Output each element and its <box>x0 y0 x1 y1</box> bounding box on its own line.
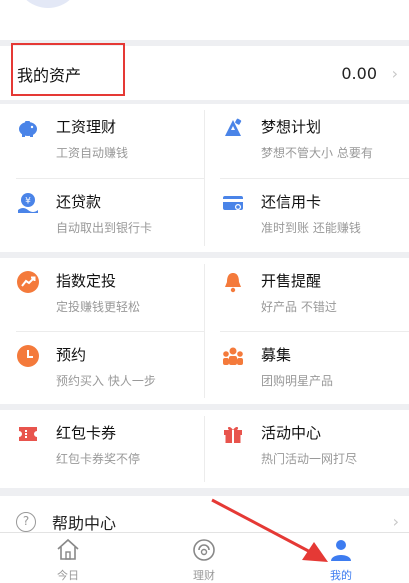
group-icon <box>223 347 243 365</box>
grid-item-dream-plan[interactable]: 梦想计划 梦想不管大小 总要有 <box>205 104 409 179</box>
help-icon: ? <box>16 512 36 532</box>
item-subtitle: 准时到账 还能赚钱 <box>261 221 361 235</box>
grid-item-salary-finance[interactable]: 工资理财 工资自动赚钱 <box>0 104 204 179</box>
profile-header <box>0 0 409 40</box>
grid-item-activity-center[interactable]: 活动中心 热门活动一网打尽 <box>205 410 409 485</box>
tab-mine[interactable]: 我的 <box>273 533 409 583</box>
item-subtitle: 好产品 不错过 <box>261 300 337 314</box>
bell-icon <box>225 273 241 293</box>
tab-label: 今日 <box>57 569 79 582</box>
dream-plan-icon <box>225 118 242 136</box>
svg-text:¥: ¥ <box>25 197 31 207</box>
item-subtitle: 自动取出到银行卡 <box>56 221 153 235</box>
coupon-icon <box>19 427 37 441</box>
item-title: 红包卡券 <box>56 424 117 442</box>
grid-item-fundraising[interactable]: 募集 团购明星产品 <box>205 332 409 407</box>
gift-icon <box>224 426 242 443</box>
item-title: 还贷款 <box>56 193 102 211</box>
item-subtitle: 预约买入 快人一步 <box>56 374 156 388</box>
clock-icon <box>17 345 39 367</box>
help-center-label: 帮助中心 <box>52 514 117 533</box>
credit-card-icon <box>223 196 243 210</box>
grid-item-repay-credit-card[interactable]: 还信用卡 准时到账 还能赚钱 <box>205 179 409 254</box>
item-title: 活动中心 <box>261 424 322 442</box>
piggy-bank-icon <box>19 121 37 137</box>
item-title: 工资理财 <box>56 118 117 136</box>
loan-repay-icon: ¥ <box>18 193 38 213</box>
section-financial-tools: 工资理财 工资自动赚钱 梦想计划 梦想不管大小 总要有 ¥ 还贷款 自动取出到银… <box>0 104 409 252</box>
item-title: 开售提醒 <box>261 272 322 290</box>
avatar[interactable] <box>15 0 81 8</box>
grid-item-sale-reminder[interactable]: 开售提醒 好产品 不错过 <box>205 258 409 333</box>
item-subtitle: 红包卡券奖不停 <box>56 452 141 466</box>
item-title: 指数定投 <box>56 272 117 290</box>
trend-icon <box>17 271 39 293</box>
item-subtitle: 定投赚钱更轻松 <box>56 300 141 314</box>
chevron-right-icon: › <box>391 64 398 83</box>
section-rewards: 红包卡券 红包卡券奖不停 活动中心 热门活动一网打尽 <box>0 410 409 488</box>
user-icon <box>331 540 351 561</box>
grid-item-coupons[interactable]: 红包卡券 红包卡券奖不停 <box>0 410 204 485</box>
assets-title: 我的资产 <box>17 66 82 85</box>
assets-value: 0.00 <box>341 64 377 83</box>
tab-label: 理财 <box>193 569 215 582</box>
bottom-tab-bar: 今日 理财 我的 <box>0 532 409 583</box>
item-title: 梦想计划 <box>261 118 322 136</box>
chevron-right-icon: › <box>392 512 399 531</box>
grid-item-reservation[interactable]: 预约 预约买入 快人一步 <box>0 332 204 407</box>
section-investment-tools: 指数定投 定投赚钱更轻松 开售提醒 好产品 不错过 预约 预约买入 快人一步 募… <box>0 258 409 404</box>
wealth-icon <box>193 539 215 561</box>
home-icon <box>57 538 79 560</box>
my-assets-row[interactable]: 我的资产 0.00 › <box>0 46 409 100</box>
grid-item-index-investment[interactable]: 指数定投 定投赚钱更轻松 <box>0 258 204 333</box>
grid-item-repay-loan[interactable]: ¥ 还贷款 自动取出到银行卡 <box>0 179 204 254</box>
item-title: 募集 <box>261 346 292 364</box>
item-title: 预约 <box>56 346 87 364</box>
item-subtitle: 梦想不管大小 总要有 <box>261 146 373 160</box>
item-subtitle: 工资自动赚钱 <box>56 146 129 160</box>
help-center-row[interactable]: ? 帮助中心 › <box>0 496 409 536</box>
tab-label: 我的 <box>330 569 352 582</box>
item-title: 还信用卡 <box>261 193 322 211</box>
item-subtitle: 团购明星产品 <box>261 374 334 388</box>
tab-today[interactable]: 今日 <box>0 533 136 583</box>
tab-wealth[interactable]: 理财 <box>136 533 272 583</box>
item-subtitle: 热门活动一网打尽 <box>261 452 358 466</box>
